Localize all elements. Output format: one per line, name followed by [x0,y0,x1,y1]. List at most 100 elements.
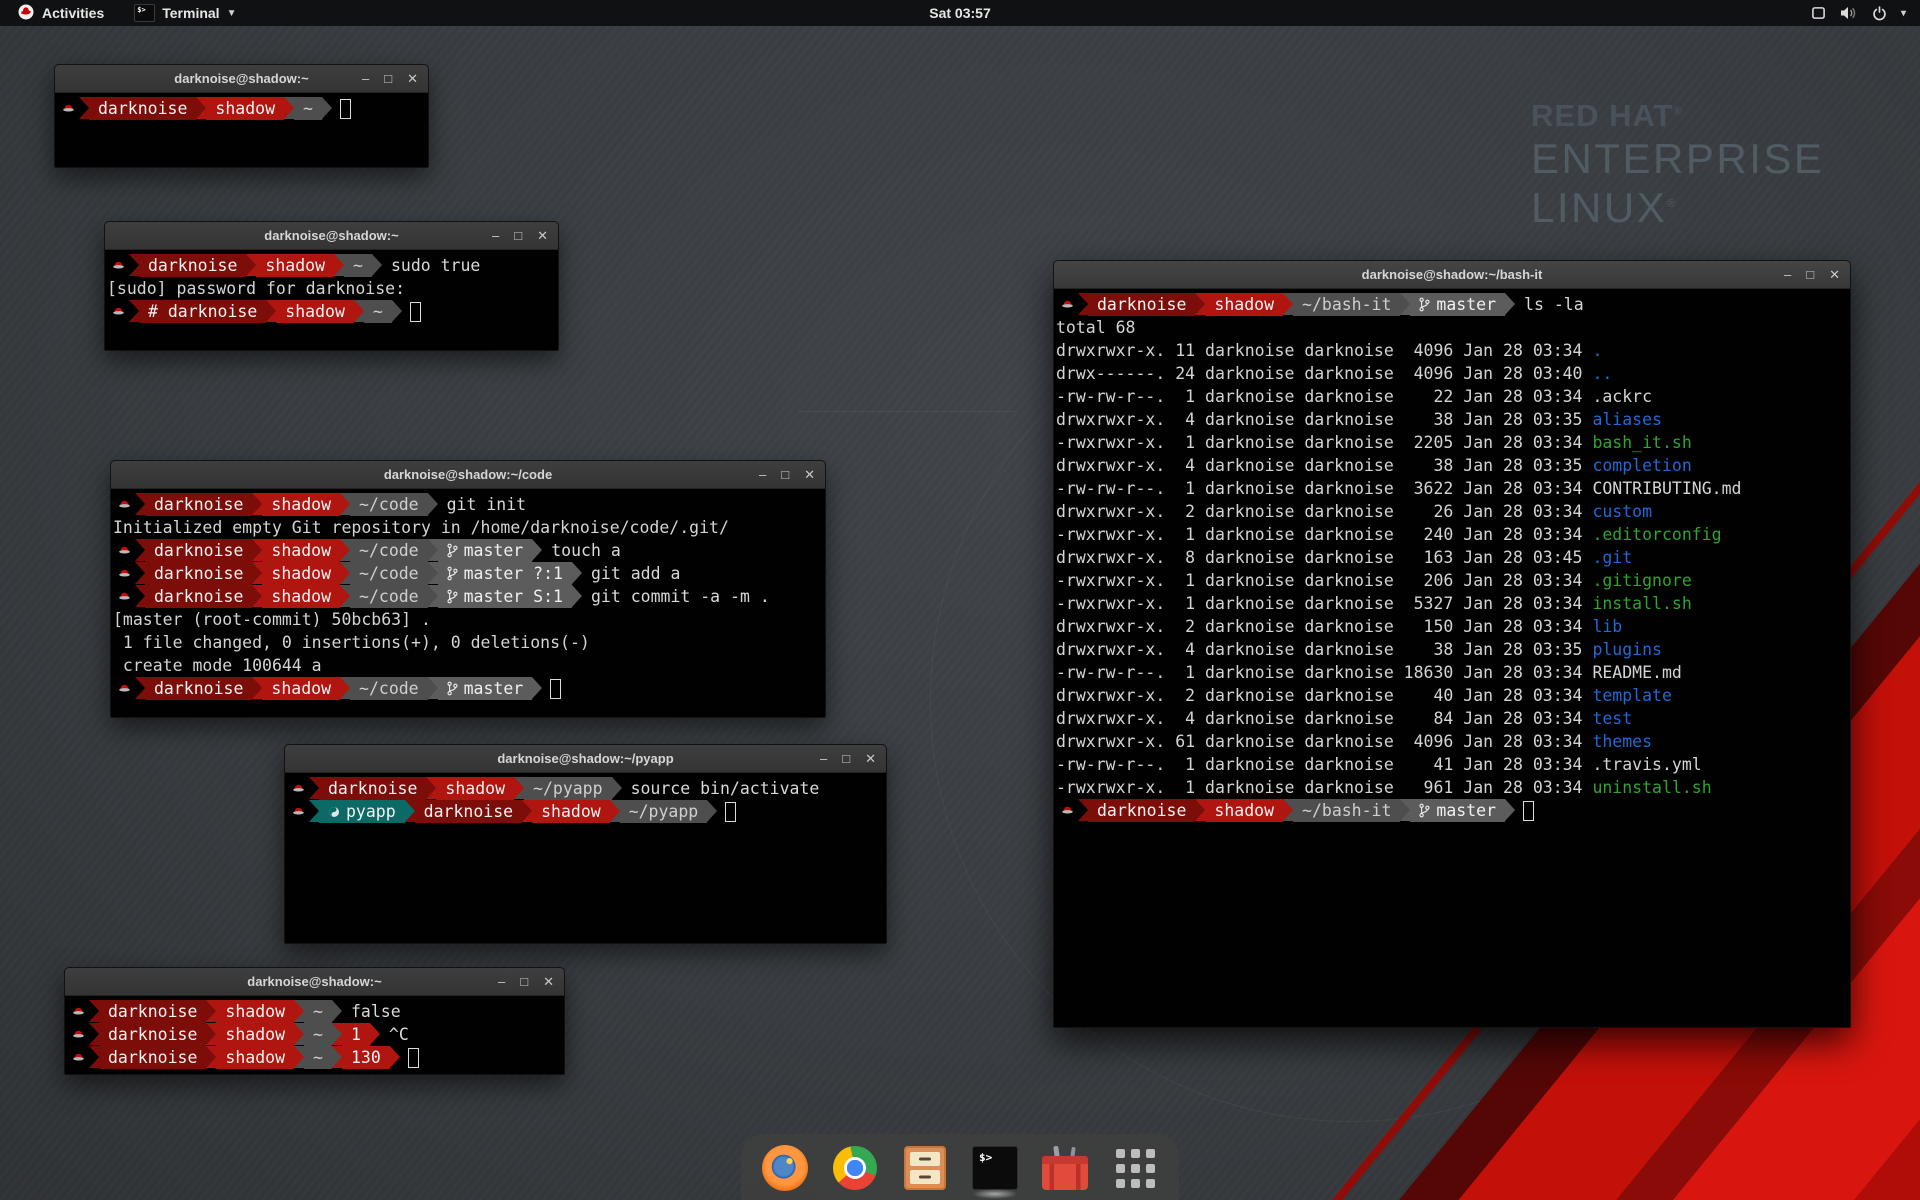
titlebar[interactable]: darknoise@shadow:~/pyapp–□✕ [285,745,886,773]
terminal-cursor [1523,801,1534,821]
powerline-arrow [340,493,350,515]
maximize-button[interactable]: □ [842,745,850,772]
minimize-button[interactable]: – [498,968,505,995]
titlebar[interactable]: darknoise@shadow:~–□ ✕ [105,222,558,250]
file-manager-icon [904,1146,946,1190]
clock[interactable]: Sat 03:57 [929,0,990,26]
activities-button[interactable]: Activities [8,0,114,26]
close-button[interactable]: ✕ [537,222,548,249]
redhat-prompt-icon [107,300,129,323]
dock-item-terminal[interactable]: $> [971,1144,1019,1192]
rhel-branding: RED HAT® ENTERPRISE LINUX® [1531,100,1824,229]
output-text: total 68 [1056,316,1135,339]
command-text: source bin/activate [631,777,820,800]
close-button[interactable]: ✕ [865,745,876,772]
output-text: -rw-rw-r--. 1 darknoise darknoise 41 Jan… [1056,753,1592,776]
powerline-arrow [206,1000,216,1022]
file-name: test [1592,707,1632,730]
terminal-line: darknoiseshadow~/bash-itmasterls -la [1056,293,1848,316]
minimize-button[interactable]: – [362,65,369,92]
minimize-button[interactable]: – [1784,261,1791,288]
titlebar[interactable]: darknoise@shadow:~/code–□ ✕ [111,461,825,489]
terminal-window-code: darknoise@shadow:~/code–□✕darknoiseshado… [110,460,826,718]
powerline-arrow [206,1023,216,1045]
terminal-line: -rwxrwxr-x. 1 darknoise darknoise 2205 J… [1056,431,1848,454]
file-name: README.md [1592,661,1681,684]
file-name: lib [1592,615,1622,638]
titlebar[interactable]: darknoise@shadow:~/bash-it–□✕ [1054,261,1850,289]
powerline-arrow [266,300,276,322]
terminal-content[interactable]: darknoiseshadow~ [55,93,428,122]
output-text: drwxrwxr-x. 2 darknoise darknoise 150 Ja… [1056,615,1592,638]
terminal-content[interactable]: darknoiseshadow~falsedarknoiseshadow~1^C… [65,996,564,1071]
close-button[interactable]: ✕ [1829,261,1840,288]
powerline-arrow [1078,799,1088,821]
terminal-content[interactable]: darknoiseshadow~/codegit initInitialized… [111,489,825,702]
maximize-button[interactable]: □ [514,222,522,249]
powerline-arrow [135,562,145,584]
registered-mark: ® [1673,106,1682,118]
powerline-arrow [354,300,364,322]
command-text: sudo true [391,254,480,277]
output-text: drwxrwxr-x. 2 darknoise darknoise 26 Jan… [1056,500,1592,523]
maximize-button[interactable]: □ [781,461,789,488]
app-menu-terminal[interactable]: $> Terminal ▼ [124,0,246,26]
powerline-arrow [390,1046,400,1068]
powerline-arrow [707,800,717,822]
prompt-segment-path: ~/code [350,562,428,585]
terminal-content[interactable]: darknoiseshadow~/pyappsource bin/activat… [285,773,886,825]
dock-item-firefox[interactable] [761,1144,809,1192]
redhat-prompt-icon [67,1023,89,1046]
prompt-segment-user: darknoise [99,1046,206,1069]
terminal-line: darknoiseshadow~/codegit init [113,493,823,516]
maximize-button[interactable]: □ [1806,261,1814,288]
powerline-arrow [340,562,350,584]
powerline-arrow [89,1023,99,1045]
terminal-line: -rw-rw-r--. 1 darknoise darknoise 22 Jan… [1056,385,1848,408]
file-name: .. [1592,362,1612,385]
terminal-line: drwxrwxr-x. 4 darknoise darknoise 38 Jan… [1056,408,1848,431]
powerline-arrow [252,539,262,561]
output-text: drwxrwxr-x. 8 darknoise darknoise 163 Ja… [1056,546,1592,569]
running-indicator [972,1189,1018,1199]
dock-item-files[interactable] [901,1144,949,1192]
close-button[interactable]: ✕ [804,461,815,488]
close-button[interactable]: ✕ [407,65,418,92]
file-name: template [1592,684,1671,707]
powerline-arrow [1400,293,1410,315]
prompt-segment-host: shadow [206,97,284,120]
terminal-line: drwxrwxr-x. 8 darknoise darknoise 163 Ja… [1056,546,1848,569]
terminal-line: 1 file changed, 0 insertions(+), 0 delet… [113,631,823,654]
window-title: darknoise@shadow:~/code [111,467,825,482]
powerline-arrow [252,585,262,607]
powerline-arrow [1195,799,1205,821]
toolbox-icon [1042,1146,1088,1190]
titlebar[interactable]: darknoise@shadow:~–□✕ [55,65,428,93]
dock-item-chrome[interactable] [831,1144,879,1192]
output-text: -rwxrwxr-x. 1 darknoise darknoise 206 Ja… [1056,569,1592,592]
prompt-segment-user: darknoise [145,493,252,516]
terminal-content[interactable]: darknoiseshadow~/bash-itmasterls -latota… [1054,289,1850,824]
system-status-area[interactable]: ▾ [1803,0,1914,26]
powerline-arrow [514,777,524,799]
terminal-line: # darknoiseshadow~ [107,300,556,323]
window-title: darknoise@shadow:~ [105,228,558,243]
titlebar[interactable]: darknoise@shadow:~–□✕ [65,968,564,996]
minimize-button[interactable]: – [492,222,499,249]
prompt-segment-exit: 1 [342,1023,370,1046]
output-text: -rw-rw-r--. 1 darknoise darknoise 22 Jan… [1056,385,1592,408]
dock-item-toolbox[interactable] [1041,1144,1089,1192]
dock-item-app-grid[interactable] [1111,1144,1159,1192]
close-button[interactable]: ✕ [543,968,554,995]
terminal-content[interactable]: darknoiseshadow~sudo true[sudo] password… [105,250,558,325]
redhat-prompt-icon [67,1000,89,1023]
power-icon [1872,6,1887,21]
minimize-button[interactable]: – [820,745,827,772]
powerline-arrow [426,777,436,799]
minimize-button[interactable]: – [759,461,766,488]
maximize-button[interactable]: □ [384,65,392,92]
screen-icon [1811,6,1826,20]
output-text: drwxrwxr-x. 4 darknoise darknoise 38 Jan… [1056,638,1592,661]
prompt-segment-user: darknoise [1088,293,1195,316]
maximize-button[interactable]: □ [520,968,528,995]
